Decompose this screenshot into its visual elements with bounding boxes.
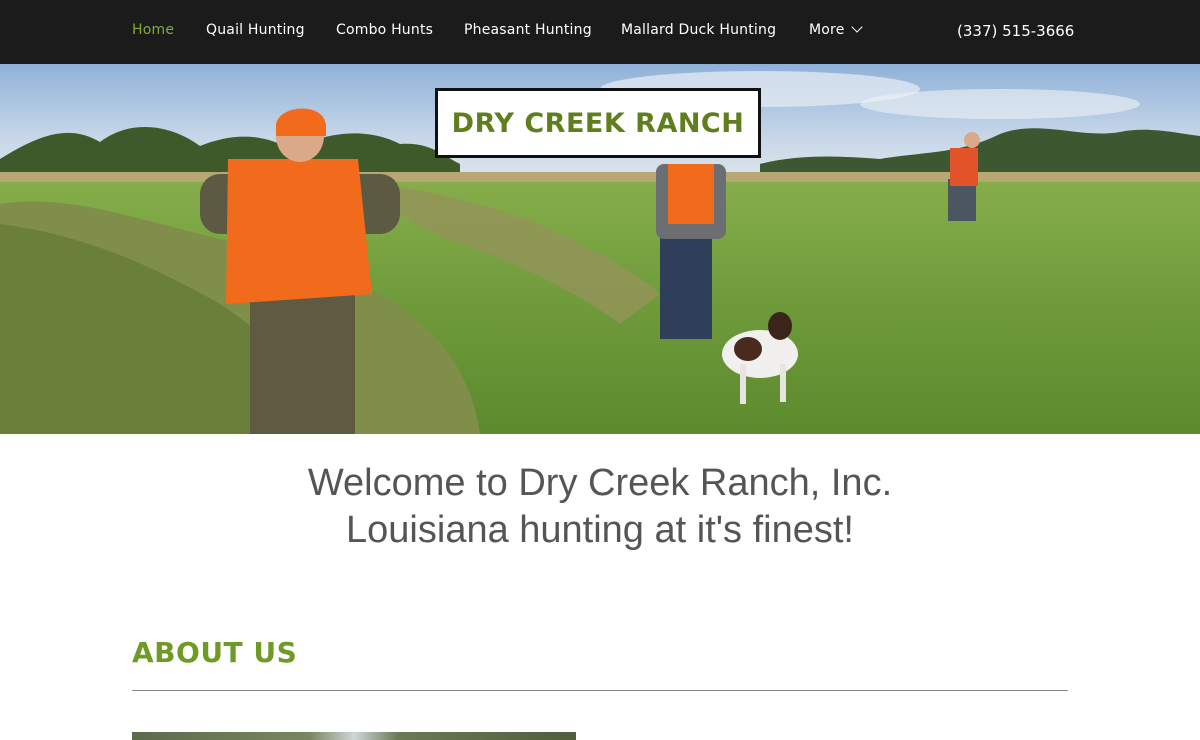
nav-home[interactable]: Home	[132, 22, 174, 38]
nav-quail-hunting[interactable]: Quail Hunting	[206, 22, 305, 38]
site-title-box: DRY CREEK RANCH	[435, 88, 761, 158]
nav-more-label: More	[809, 22, 845, 38]
phone-link[interactable]: (337) 515-3666	[957, 22, 1074, 40]
about-heading: ABOUT US	[132, 636, 298, 669]
site-title: DRY CREEK RANCH	[451, 107, 745, 139]
chevron-down-icon	[850, 21, 863, 33]
about-image	[132, 732, 576, 740]
top-navigation: Home Quail Hunting Combo Hunts Pheasant …	[0, 0, 1200, 64]
nav-combo-hunts[interactable]: Combo Hunts	[336, 22, 433, 38]
nav-more[interactable]: More	[809, 21, 863, 38]
welcome-line-1: Welcome to Dry Creek Ranch, Inc.	[307, 462, 893, 504]
welcome-line-2: Louisiana hunting at it's finest!	[346, 509, 854, 551]
nav-pheasant-hunting[interactable]: Pheasant Hunting	[464, 22, 592, 38]
nav-mallard-duck-hunting[interactable]: Mallard Duck Hunting	[621, 22, 776, 38]
welcome-text: Welcome to Dry Creek Ranch, Inc. Louisia…	[0, 460, 1200, 554]
divider	[132, 690, 1068, 691]
